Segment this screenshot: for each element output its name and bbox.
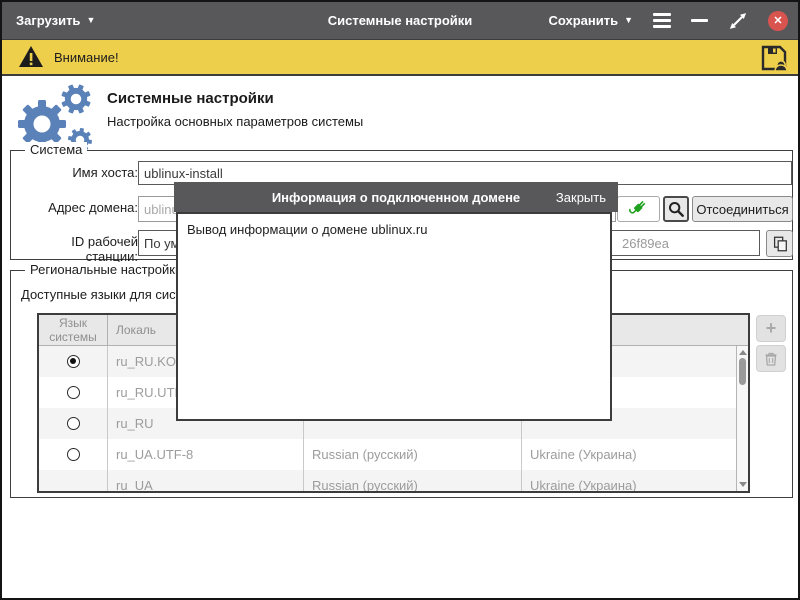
system-section-legend: Система	[25, 142, 87, 157]
plus-icon: +	[766, 319, 777, 337]
scroll-up-icon[interactable]	[739, 350, 747, 355]
warning-bar: Внимание!	[2, 39, 798, 76]
search-icon	[667, 200, 685, 218]
copy-id-button[interactable]	[766, 230, 793, 257]
delete-locale-button[interactable]	[756, 345, 786, 372]
table-row[interactable]: ru_UA Russian (русский) Ukraine (Украина…	[39, 470, 748, 493]
dialog-content-text: Вывод информации о домене ublinux.ru	[187, 222, 427, 237]
regional-section-legend: Региональные настройки	[25, 262, 187, 277]
dialog-content: Вывод информации о домене ublinux.ru	[176, 212, 612, 421]
hostname-label: Имя хоста:	[16, 165, 138, 180]
load-dropdown-label: Загрузить	[16, 13, 80, 28]
top-bar: Системные настройки Загрузить ▼ Сохранит…	[2, 2, 798, 39]
disconnect-button[interactable]: Отсоединиться	[692, 196, 793, 222]
app-window: Системные настройки Загрузить ▼ Сохранит…	[0, 0, 800, 600]
radio-unselected[interactable]	[67, 386, 80, 399]
save-dropdown-button[interactable]: Сохранить ▼	[548, 13, 633, 28]
domain-info-button[interactable]	[663, 196, 689, 222]
dialog-title: Информация о подключенном домене	[174, 182, 618, 212]
page-title: Системные настройки	[107, 90, 274, 107]
add-locale-button[interactable]: +	[756, 315, 786, 342]
workstation-id-label: ID рабочей станции:	[16, 234, 138, 264]
warning-triangle-icon	[18, 45, 44, 69]
copy-icon	[771, 235, 789, 253]
load-dropdown-button[interactable]: Загрузить ▼	[16, 2, 95, 39]
save-dropdown-label: Сохранить	[548, 13, 618, 28]
domain-connect-button[interactable]	[617, 196, 660, 222]
warning-text: Внимание!	[54, 50, 119, 65]
menu-icon[interactable]	[653, 13, 671, 28]
scroll-down-icon[interactable]	[739, 482, 747, 487]
table-scrollbar[interactable]	[736, 346, 748, 491]
radio-selected[interactable]	[67, 355, 80, 368]
radio-unselected[interactable]	[67, 448, 80, 461]
maximize-icon[interactable]	[728, 11, 748, 31]
table-row[interactable]: ru_UA.UTF-8 Russian (русский) Ukraine (У…	[39, 439, 748, 470]
domain-label: Адрес домена:	[16, 200, 138, 215]
chevron-down-icon: ▼	[624, 16, 633, 25]
minimize-icon[interactable]	[691, 19, 708, 22]
page-subtitle: Настройка основных параметров системы	[107, 114, 363, 129]
plug-icon	[628, 198, 650, 220]
dialog-close-button[interactable]: Закрыть	[556, 182, 606, 212]
radio-unselected[interactable]	[67, 417, 80, 430]
chevron-down-icon: ▼	[86, 16, 95, 25]
close-icon[interactable]: ✕	[768, 11, 788, 31]
column-header-system-language[interactable]: Язык системы	[39, 315, 107, 346]
save-user-settings-icon[interactable]	[760, 44, 788, 77]
dialog-title-bar: Информация о подключенном домене Закрыть	[174, 182, 618, 212]
trash-icon	[763, 351, 779, 367]
scrollbar-thumb[interactable]	[739, 358, 746, 385]
domain-info-dialog: Информация о подключенном домене Закрыть…	[174, 182, 618, 423]
